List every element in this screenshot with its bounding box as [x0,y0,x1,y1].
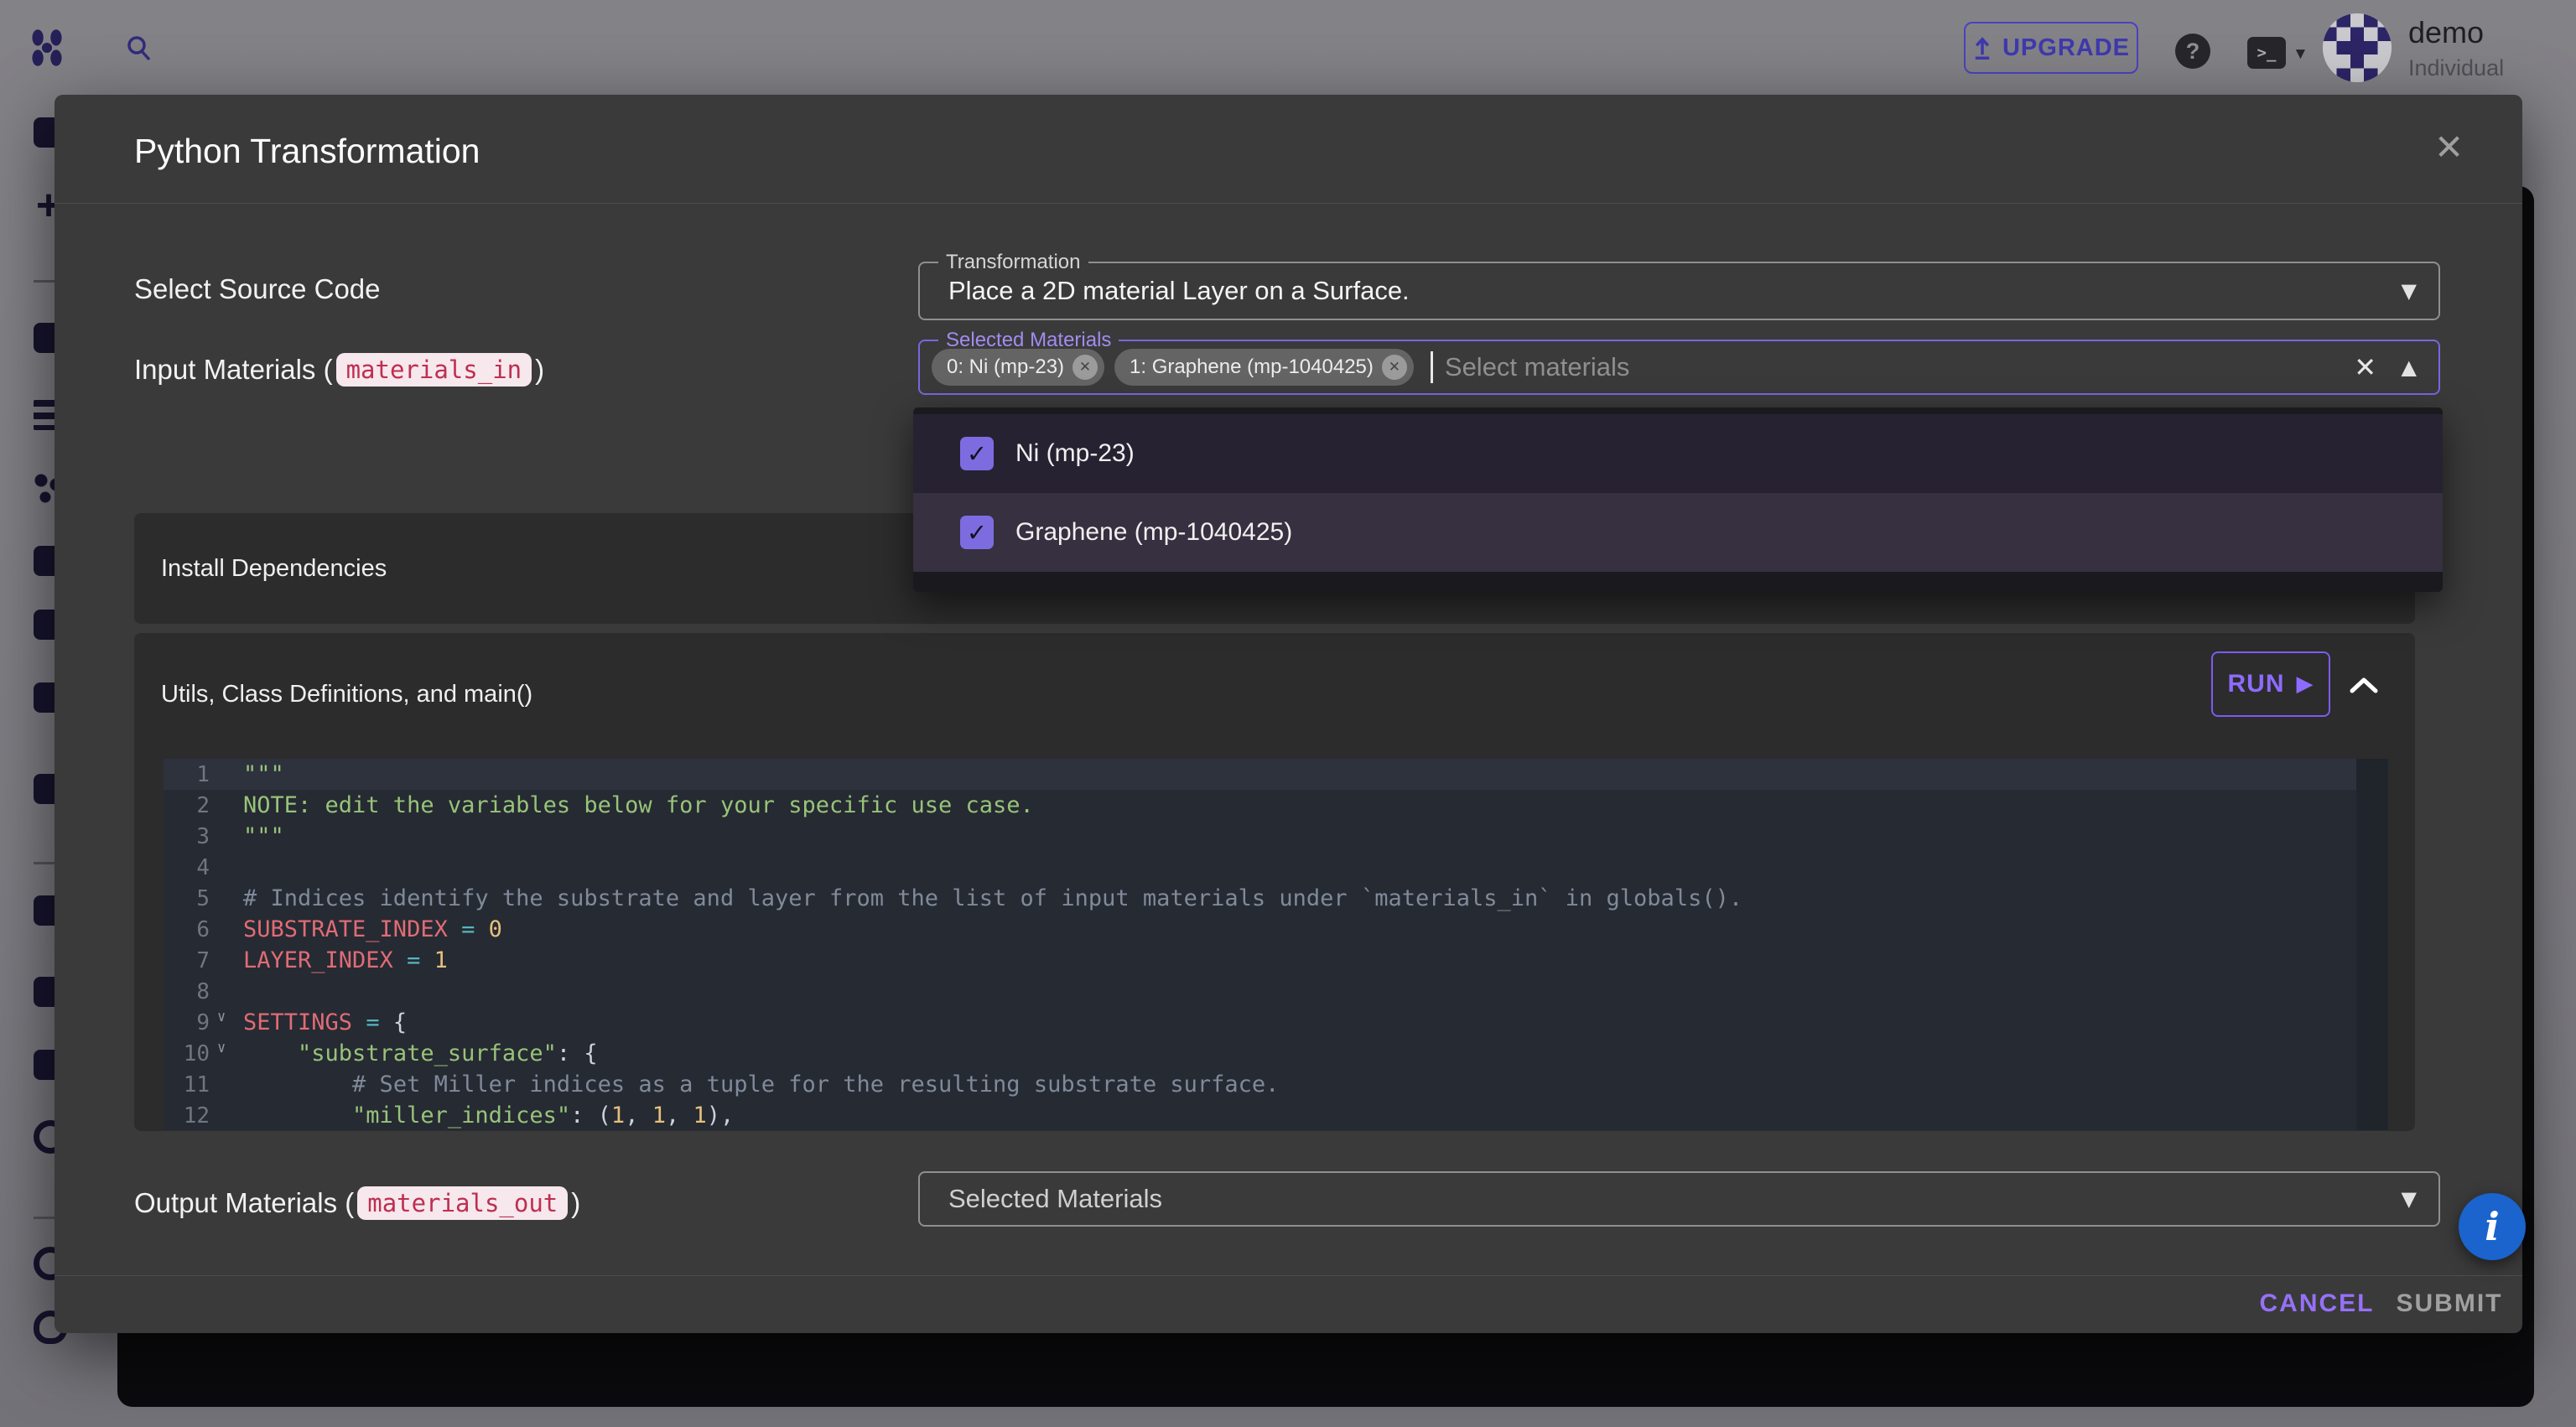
code-text: "miller_indices": (1, 1, 1), [243,1103,734,1129]
transformation-value: Place a 2D material Layer on a Surface. [948,263,1410,319]
code-text: SUBSTRATE_INDEX = 0 [243,916,502,942]
line-number: 9 [164,1010,210,1035]
line-number: 5 [164,886,210,911]
code-editor[interactable]: 1 """ 2 NOTE: edit the variables below for … [164,759,2388,1130]
info-icon: i [2485,1204,2499,1249]
console-caret-icon[interactable]: ▼ [2293,45,2309,64]
console-icon[interactable]: >_ [2247,37,2286,69]
user-avatar[interactable] [2323,13,2392,82]
close-icon[interactable]: ✕ [2434,127,2464,168]
code-editor-lines: 1 """ 2 NOTE: edit the variables below for … [164,759,2388,1130]
code-line: 12 "miller_indices": (1, 1, 1), [164,1100,2388,1130]
line-number: 11 [164,1072,210,1097]
editor-scrollbar[interactable] [2356,759,2388,1130]
topbar: UPGRADE ? >_ ▼ demo Individual [0,0,2576,96]
code-line: 6 SUBSTRATE_INDEX = 0 [164,914,2388,945]
footer-divider [55,1275,2522,1276]
transformation-select[interactable]: Transformation Place a 2D material Layer… [918,262,2440,320]
line-number: 12 [164,1103,210,1129]
materials-input-placeholder[interactable]: Select materials [1445,352,1630,382]
clear-selection-icon[interactable]: ✕ [2354,351,2376,383]
code-line: 1 """ [164,759,2388,790]
materials-out-badge: materials_out [357,1186,568,1220]
info-button[interactable]: i [2459,1193,2526,1260]
app-logo-icon[interactable] [29,29,65,67]
materials-in-badge: materials_in [336,353,532,387]
checkbox-checked-icon[interactable]: ✓ [960,437,994,470]
material-chip-label: 1: Graphene (mp-1040425) [1130,355,1374,379]
upgrade-button[interactable]: UPGRADE [1964,22,2138,74]
selected-materials-chips: 0: Ni (mp-23) ✕ 1: Graphene (mp-1040425) ✕ S… [932,341,1629,393]
code-text: "substrate_surface": { [243,1040,598,1066]
selected-materials-multiselect[interactable]: Selected Materials 0: Ni (mp-23)✕1: Grap… [918,340,2440,395]
output-materials-label: Output Materials (materials_out) [134,1176,580,1230]
caret-down-icon[interactable]: ▼ [2402,279,2417,303]
output-select-value: Selected Materials [948,1173,1162,1225]
code-line: 3 """ [164,821,2388,852]
play-icon: ▶ [2297,672,2314,697]
select-source-code-label: Select Source Code [134,262,381,316]
material-chip-label: 0: Ni (mp-23) [947,355,1064,379]
checkbox-checked-icon[interactable]: ✓ [960,516,994,549]
page-root: UPGRADE ? >_ ▼ demo Individual + Python … [0,0,2576,1427]
collapse-chevron-icon[interactable] [2350,677,2378,693]
cancel-button[interactable]: CANCEL [2241,1279,2392,1329]
line-number: 1 [164,762,210,787]
code-text: SETTINGS = { [243,1009,407,1035]
material-option-label: Graphene (mp-1040425) [1015,518,1292,547]
line-number: 4 [164,855,210,880]
fold-caret-icon[interactable]: ∨ [217,1009,226,1025]
code-line: 7 LAYER_INDEX = 1 [164,945,2388,976]
line-number: 8 [164,979,210,1004]
caret-down-icon[interactable]: ▼ [2402,1187,2417,1211]
materials-dropdown: ✓ Ni (mp-23) ✓ Graphene (mp-1040425) [913,407,2443,592]
material-option[interactable]: ✓ Ni (mp-23) [913,414,2443,493]
caret-up-icon[interactable]: ▲ [2402,355,2417,379]
materials-dropdown-options: ✓ Ni (mp-23) ✓ Graphene (mp-1040425) [913,414,2443,572]
run-button[interactable]: RUN ▶ [2211,651,2330,717]
code-line: 11 # Set Miller indices as a tuple for t… [164,1069,2388,1100]
line-number: 10 [164,1041,210,1066]
avatar-identicon [2323,13,2392,82]
utils-header: Utils, Class Definitions, and main() [161,633,532,755]
chip-delete-icon[interactable]: ✕ [1072,355,1098,380]
material-chip[interactable]: 1: Graphene (mp-1040425) ✕ [1114,349,1414,386]
install-dependencies-label: Install Dependencies [161,513,387,624]
line-number: 7 [164,948,210,973]
help-icon[interactable]: ? [2175,34,2210,69]
code-line: 9 ∨ SETTINGS = { [164,1007,2388,1038]
material-option-label: Ni (mp-23) [1015,439,1135,468]
code-text: # Indices identify the substrate and lay… [243,885,1742,911]
line-number: 6 [164,917,210,942]
output-materials-select[interactable]: Selected Materials ▼ [918,1171,2440,1227]
chip-delete-icon[interactable]: ✕ [1382,355,1407,380]
code-text: LAYER_INDEX = 1 [243,947,448,973]
code-text: """ [243,823,284,849]
search-icon[interactable] [124,34,154,64]
line-number: 2 [164,793,210,818]
line-number: 3 [164,824,210,849]
user-plan: Individual [2408,55,2504,81]
fold-caret-icon[interactable]: ∨ [217,1040,226,1056]
text-cursor [1431,351,1433,383]
modal-title: Python Transformation [134,132,480,171]
code-text: """ [243,761,284,787]
code-text: # Set Miller indices as a tuple for the … [243,1072,1279,1097]
material-option[interactable]: ✓ Graphene (mp-1040425) [913,493,2443,572]
material-chip[interactable]: 0: Ni (mp-23) ✕ [932,349,1104,386]
code-line: 8 [164,976,2388,1007]
code-line: 10 ∨ "substrate_surface": { [164,1038,2388,1069]
submit-button[interactable]: SUBMIT [2377,1279,2521,1329]
code-line: 4 [164,852,2388,883]
code-text: NOTE: edit the variables below for your … [243,792,1034,818]
python-transformation-modal: Python Transformation ✕ Select Source Co… [55,95,2522,1333]
upload-arrow-icon [1972,35,1992,60]
input-materials-label: Input Materials (materials_in) [134,343,544,397]
code-line: 5 # Indices identify the substrate and la… [164,883,2388,914]
user-name[interactable]: demo [2408,15,2484,50]
header-divider [55,203,2522,204]
upgrade-label: UPGRADE [2002,34,2130,62]
utils-panel: Utils, Class Definitions, and main() RUN… [134,633,2415,1131]
code-line: 2 NOTE: edit the variables below for your… [164,790,2388,821]
